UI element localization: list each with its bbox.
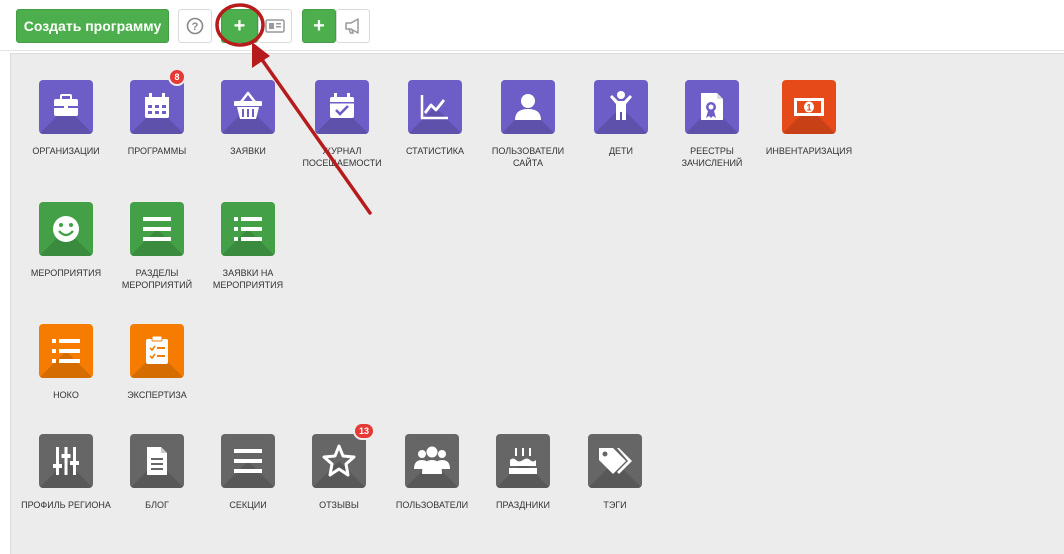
megaphone-icon [345, 18, 359, 34]
tile-label: РАЗДЕЛЫ МЕРОПРИЯТИЙ [121, 268, 193, 290]
star-icon [322, 444, 356, 477]
top-toolbar: Создать программу ? + + [0, 0, 1064, 51]
tile-programs[interactable]: 8 ПРОГРАММЫ [112, 68, 202, 157]
document-icon [147, 447, 167, 475]
tile-event-applications[interactable]: ЗАЯВКИ НА МЕРОПРИЯТИЯ [203, 202, 293, 291]
tile-label: ПОЛЬЗОВАТЕЛИ [395, 500, 469, 510]
tile-noko[interactable]: НОКО [21, 324, 111, 401]
list-icon [234, 449, 262, 473]
users-group-icon [414, 446, 450, 474]
child-icon [610, 91, 632, 120]
tile-event-sections[interactable]: РАЗДЕЛЫ МЕРОПРИЯТИЙ [112, 202, 202, 291]
tile-site-users[interactable]: ПОЛЬЗОВАТЕЛИ САЙТА [483, 80, 573, 169]
tile-events[interactable]: МЕРОПРИЯТИЯ [21, 202, 111, 279]
tile-applications[interactable]: ЗАЯВКИ [203, 80, 293, 157]
tile-label: ЭКСПЕРТИЗА [127, 390, 187, 400]
tile-statistics[interactable]: СТАТИСТИКА [390, 80, 480, 157]
certificate-icon [701, 93, 723, 120]
tile-holidays[interactable]: ПРАЗДНИКИ [478, 434, 568, 511]
tile-label: ЗАЯВКИ НА МЕРОПРИЯТИЯ [212, 268, 284, 290]
banknote-icon: 1 [794, 98, 824, 116]
list-icon [143, 217, 171, 241]
tile-label: ПОЛЬЗОВАТЕЛИ САЙТА [491, 146, 565, 168]
smiley-icon [53, 216, 79, 242]
line-chart-icon [420, 95, 448, 120]
tile-label: ОРГАНИЗАЦИИ [32, 146, 100, 156]
tile-label: ДЕТИ [608, 146, 634, 156]
tile-label: ИНВЕНТАРИЗАЦИЯ [765, 146, 853, 156]
reviews-badge: 13 [353, 422, 375, 440]
birthday-cake-icon [509, 448, 537, 474]
card-view-button[interactable] [258, 9, 292, 43]
tile-enrollment-registries[interactable]: РЕЕСТРЫ ЗАЧИСЛЕНИЙ [667, 80, 757, 169]
tags-icon [599, 448, 632, 474]
user-icon [515, 94, 541, 120]
tile-users[interactable]: ПОЛЬЗОВАТЕЛИ [387, 434, 477, 511]
tile-label: ПРАЗДНИКИ [496, 500, 550, 510]
tile-label: ТЭГИ [603, 500, 627, 510]
tile-label: ПРОГРАММЫ [127, 146, 187, 156]
add-button[interactable]: + [221, 9, 258, 43]
tile-children[interactable]: ДЕТИ [576, 80, 666, 157]
bulleted-list-icon [52, 339, 80, 363]
tile-reviews[interactable]: 13 ОТЗЫВЫ [294, 422, 384, 511]
tile-blog[interactable]: БЛОГ [112, 434, 202, 511]
modules-grid: ОРГАНИЗАЦИИ 8 ПРОГРАММЫ ЗАЯВКИ ЖУРНАЛ ПО… [10, 53, 1064, 554]
programs-badge: 8 [168, 68, 186, 86]
tile-label: ПРОФИЛЬ РЕГИОНА [21, 500, 111, 510]
calendar-icon [145, 93, 169, 118]
plus-icon: + [313, 14, 325, 37]
sliders-icon [53, 447, 79, 475]
tile-inventory[interactable]: 1 ИНВЕНТАРИЗАЦИЯ [764, 80, 854, 157]
calendar-check-icon [330, 93, 354, 118]
tile-organizations[interactable]: ОРГАНИЗАЦИИ [21, 80, 111, 157]
tile-sections[interactable]: СЕКЦИИ [203, 434, 293, 511]
tile-expertise[interactable]: ЭКСПЕРТИЗА [112, 324, 202, 401]
tile-region-profile[interactable]: ПРОФИЛЬ РЕГИОНА [21, 434, 111, 511]
tile-label: СТАТИСТИКА [405, 146, 465, 156]
help-button[interactable]: ? [178, 9, 212, 43]
clipboard-check-icon [146, 335, 168, 364]
bulleted-list-icon [234, 217, 262, 241]
tile-label: ЗАЯВКИ [230, 146, 266, 156]
tile-label: ОТЗЫВЫ [319, 500, 359, 510]
tile-label: ЖУРНАЛ ПОСЕЩАЕМОСТИ [302, 146, 382, 168]
tile-label: МЕРОПРИЯТИЯ [30, 268, 102, 278]
announcements-button[interactable] [336, 9, 370, 43]
tile-label: НОКО [53, 390, 79, 400]
svg-text:1: 1 [806, 103, 811, 113]
basket-icon [234, 91, 262, 119]
tile-attendance-journal[interactable]: ЖУРНАЛ ПОСЕЩАЕМОСТИ [297, 80, 387, 169]
svg-text:?: ? [192, 21, 199, 33]
tile-tags[interactable]: ТЭГИ [570, 434, 660, 511]
create-program-button[interactable]: Создать программу [16, 9, 169, 43]
tile-label: РЕЕСТРЫ ЗАЧИСЛЕНИЙ [681, 146, 743, 168]
id-card-icon [265, 19, 285, 33]
add-announcement-button[interactable]: + [302, 9, 336, 43]
plus-icon: + [233, 14, 246, 37]
tile-label: СЕКЦИИ [229, 500, 267, 510]
help-icon: ? [186, 17, 204, 35]
tile-label: БЛОГ [145, 500, 169, 510]
briefcase-icon [54, 94, 78, 116]
